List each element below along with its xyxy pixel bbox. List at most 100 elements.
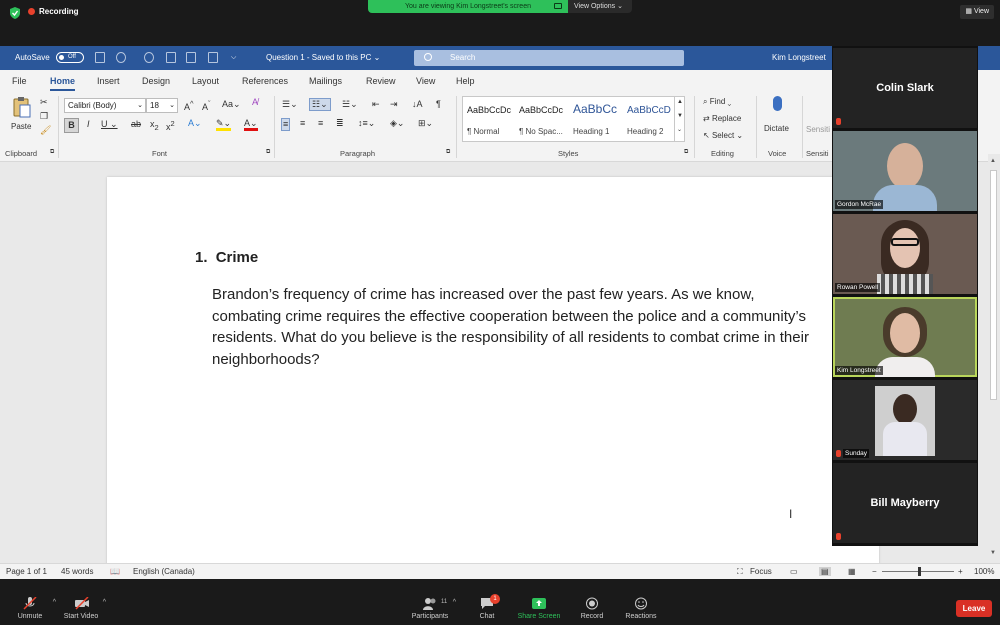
strikethrough-button[interactable]: ab	[131, 120, 141, 129]
participant-tile[interactable]: Sunday	[833, 380, 977, 460]
justify-icon[interactable]: ≣	[336, 119, 344, 128]
underline-button[interactable]: U ⌄	[101, 120, 118, 129]
word-count[interactable]: 45 words	[61, 567, 93, 576]
print-preview-icon[interactable]	[186, 52, 196, 63]
chevron-down-icon[interactable]: ▼	[990, 550, 998, 558]
start-video-button[interactable]: ^ Start Video	[52, 579, 110, 625]
participant-tile[interactable]: Rowan Powell	[833, 214, 977, 294]
save-icon[interactable]	[95, 52, 105, 63]
tab-insert[interactable]: Insert	[97, 76, 120, 86]
highlight-color-icon[interactable]: ✎⌄	[216, 119, 232, 131]
participant-tile[interactable]: Bill Mayberry	[833, 463, 977, 543]
vertical-scrollbar[interactable]: ▲ ▼	[988, 154, 1000, 563]
zoom-level[interactable]: 100%	[974, 567, 994, 576]
numbering-icon[interactable]: ☷⌄	[309, 98, 331, 111]
decrease-indent-icon[interactable]: ⇤	[372, 100, 380, 109]
zoom-out-icon[interactable]: −	[872, 567, 877, 576]
tab-file[interactable]: File	[12, 76, 27, 86]
borders-icon[interactable]: ⊞⌄	[418, 119, 433, 128]
clear-formatting-icon[interactable]: A̸	[252, 98, 258, 107]
find-button[interactable]: ⌕ Find ⌄	[703, 97, 731, 107]
copy-icon[interactable]: ❐	[40, 112, 48, 121]
print-icon[interactable]	[166, 52, 176, 63]
participant-tile[interactable]: Colin Slark	[833, 48, 977, 128]
scroll-thumb[interactable]	[990, 170, 997, 400]
autosave-toggle[interactable]: Off	[56, 52, 84, 63]
reactions-button[interactable]: Reactions	[611, 579, 671, 625]
web-layout-icon[interactable]: ▦	[848, 567, 856, 576]
view-options-button[interactable]: View Options ⌄	[568, 0, 632, 13]
zoom-slider-knob[interactable]	[918, 567, 921, 576]
language-indicator[interactable]: English (Canada)	[133, 567, 195, 576]
more-styles-icon[interactable]: ⌄	[677, 127, 682, 133]
superscript-button[interactable]: x2	[166, 120, 175, 132]
clipboard-launcher-icon[interactable]: ⧉	[50, 149, 54, 155]
styles-gallery-scroll[interactable]: ▲ ▼ ⌄	[674, 97, 684, 141]
customize-qat-icon[interactable]: ⌵	[231, 54, 236, 61]
tab-layout[interactable]: Layout	[192, 76, 219, 86]
participant-tile[interactable]: Gordon McRae	[833, 131, 977, 211]
line-spacing-icon[interactable]: ↕≡⌄	[358, 119, 375, 128]
leave-button[interactable]: Leave	[956, 600, 992, 617]
body-paragraph[interactable]: Brandon’s frequency of crime has increas…	[212, 284, 812, 370]
list-heading[interactable]: 1. Crime	[195, 249, 258, 266]
select-button[interactable]: ↖ Select ⌄	[703, 131, 743, 140]
format-painter-icon[interactable]: 🖌	[40, 126, 51, 135]
focus-label[interactable]: Focus	[750, 567, 772, 576]
chat-button[interactable]: 1 Chat	[457, 579, 517, 625]
document-page[interactable]: 1. Crime Brandon’s frequency of crime ha…	[107, 177, 879, 597]
shrink-font-icon[interactable]: Aˇ	[202, 100, 211, 112]
dictate-button[interactable]: Dictate	[762, 92, 796, 146]
cut-icon[interactable]: ✂	[40, 98, 48, 107]
multilevel-list-icon[interactable]: ☱⌄	[342, 100, 358, 109]
sensitivity-button[interactable]: Sensiti	[806, 126, 830, 134]
grow-font-icon[interactable]: A^	[184, 100, 194, 112]
chevron-up-icon[interactable]: ▲	[990, 158, 998, 166]
focus-mode-icon[interactable]: ⛶	[737, 567, 743, 577]
style-normal[interactable]: AaBbCcDc ¶ Normal	[463, 99, 515, 139]
show-formatting-icon[interactable]: ¶	[436, 100, 441, 109]
page-count[interactable]: Page 1 of 1	[6, 567, 47, 576]
style-heading-2[interactable]: AaBbCcD Heading 2	[623, 99, 675, 139]
tab-home[interactable]: Home	[50, 76, 76, 91]
font-color-icon[interactable]: A⌄	[244, 119, 258, 131]
bold-button[interactable]: B	[64, 118, 79, 133]
print-layout-icon[interactable]: ▤	[819, 567, 831, 576]
tab-mailings[interactable]: Mailings	[309, 76, 342, 86]
text-effects-icon[interactable]: A⌄	[188, 119, 202, 128]
sort-icon[interactable]: ↓A	[412, 100, 423, 109]
increase-indent-icon[interactable]: ⇥	[390, 100, 398, 109]
participant-tile-active-speaker[interactable]: Kim Longstreet	[833, 297, 977, 377]
share-screen-button[interactable]: Share Screen	[509, 579, 569, 625]
unmute-button[interactable]: ^ Unmute	[0, 579, 60, 625]
tab-design[interactable]: Design	[142, 76, 170, 86]
styles-launcher-icon[interactable]: ⧉	[684, 149, 688, 155]
zoom-in-icon[interactable]: +	[958, 567, 963, 576]
replace-button[interactable]: ⇄ Replace	[703, 114, 741, 123]
chevron-up-icon[interactable]: ^	[103, 599, 106, 606]
shading-icon[interactable]: ◈⌄	[390, 119, 404, 128]
zoom-slider[interactable]	[882, 567, 954, 576]
change-case-icon[interactable]: Aa⌄	[222, 100, 241, 109]
tab-help[interactable]: Help	[456, 76, 475, 86]
user-name[interactable]: Kim Longstreet	[772, 53, 826, 62]
style-no-spacing[interactable]: AaBbCcDc ¶ No Spac...	[515, 99, 567, 139]
tab-review[interactable]: Review	[366, 76, 396, 86]
proofing-icon[interactable]: 📖	[110, 567, 120, 576]
style-heading-1[interactable]: AaBbCc Heading 1	[569, 99, 621, 139]
align-right-icon[interactable]: ≡	[318, 119, 323, 128]
italic-button[interactable]: I	[87, 120, 90, 129]
font-launcher-icon[interactable]: ⧉	[266, 149, 270, 155]
subscript-button[interactable]: x2	[150, 119, 159, 131]
chevron-up-icon[interactable]: ▲	[677, 99, 683, 105]
document-title[interactable]: Question 1 - Saved to this PC ⌄	[266, 53, 380, 62]
chevron-up-icon[interactable]: ^	[453, 599, 456, 606]
redo-icon[interactable]	[144, 52, 154, 63]
tab-view[interactable]: View	[416, 76, 435, 86]
participants-button[interactable]: 11 ^ Participants	[400, 579, 460, 625]
shield-icon[interactable]	[8, 6, 22, 20]
bullets-icon[interactable]: ☰⌄	[282, 100, 298, 109]
paragraph-launcher-icon[interactable]: ⧉	[446, 149, 450, 155]
chevron-down-icon[interactable]: ▼	[677, 113, 683, 119]
recording-indicator[interactable]: Recording	[28, 7, 79, 16]
